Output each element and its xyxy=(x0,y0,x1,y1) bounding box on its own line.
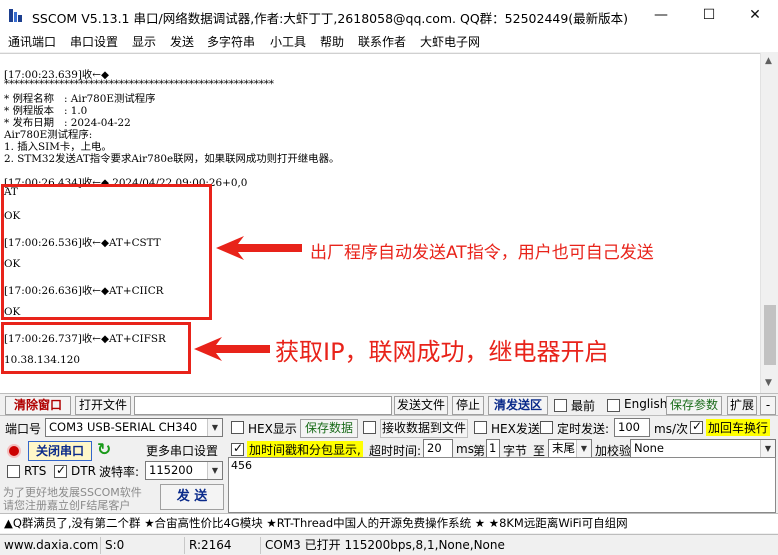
nth-input[interactable]: 1 xyxy=(486,439,500,458)
clear-send-button[interactable]: 清发送区 xyxy=(488,396,548,415)
dtr-label: DTR xyxy=(71,464,96,478)
hex-send-checkbox[interactable] xyxy=(474,421,487,434)
refresh-icon[interactable]: ↻ xyxy=(97,440,111,460)
send-text-value: 456 xyxy=(231,459,252,472)
menu-serial-settings[interactable]: 串口设置 xyxy=(70,33,118,50)
menu-multi-string[interactable]: 多字符串 xyxy=(207,33,255,50)
annotation-box-at-commands xyxy=(1,184,212,320)
baud-label: 波特率: xyxy=(99,465,140,479)
stop-record-icon[interactable] xyxy=(7,444,21,458)
annotation-text-ip: 获取IP，联网成功，继电器开启 xyxy=(275,338,609,366)
arrow-left-icon xyxy=(216,236,302,260)
window-title: SSCOM V5.13.1 串口/网络数据调试器,作者:大虾丁丁,2618058… xyxy=(32,11,629,26)
send-textarea[interactable]: 456 xyxy=(228,457,776,513)
receive-line: 2. STM32发送AT指令要求Air780e联网，如果联网成功则打开继电器。 xyxy=(4,153,340,165)
receive-scrollbar[interactable]: ▲ ▼ xyxy=(760,53,778,393)
recv-to-file-checkbox[interactable] xyxy=(363,421,376,434)
chevron-down-icon: ▼ xyxy=(760,440,775,457)
expand-button[interactable]: 扩展 xyxy=(727,396,757,415)
send-file-button[interactable]: 发送文件 xyxy=(394,396,448,415)
interval-unit: ms/次 xyxy=(654,422,688,436)
recv-to-file-button[interactable]: 接收数据到文件 xyxy=(380,419,468,438)
add-crlf-checkbox[interactable] xyxy=(690,419,703,434)
save-params-button[interactable]: 保存参数 xyxy=(666,396,722,415)
dtr-checkbox[interactable] xyxy=(54,463,67,478)
promo-text: 请您注册嘉立创F结尾客户 xyxy=(3,499,131,512)
more-settings-link[interactable]: 更多串口设置 xyxy=(146,442,218,459)
file-path-field[interactable] xyxy=(134,396,392,415)
status-sent-count: S:0 xyxy=(101,537,185,554)
status-website[interactable]: www.daxia.com xyxy=(0,537,101,554)
port-select-value: COM3 USB-SERIAL CH340 xyxy=(49,420,198,434)
english-checkbox[interactable] xyxy=(607,399,620,412)
minimize-button[interactable]: — xyxy=(638,0,684,31)
timeout-input[interactable]: 20 xyxy=(423,439,453,458)
port-label: 端口号 xyxy=(5,422,42,436)
scroll-thumb[interactable] xyxy=(764,305,776,365)
status-bar: www.daxia.com S:0 R:2164 COM3 已打开 115200… xyxy=(0,534,778,555)
checksum-select[interactable]: None ▼ xyxy=(630,439,776,458)
open-file-button[interactable]: 打开文件 xyxy=(75,396,131,415)
timeout-unit: ms xyxy=(456,442,474,456)
to-select-value: 末尾 xyxy=(552,441,575,455)
status-port-state: COM3 已打开 115200bps,8,1,None,None xyxy=(265,538,505,552)
maximize-button[interactable]: ☐ xyxy=(686,0,732,31)
topmost-checkbox[interactable] xyxy=(554,399,567,412)
to-select[interactable]: 末尾 ▼ xyxy=(548,439,592,458)
menu-contact[interactable]: 联系作者 xyxy=(358,33,406,50)
stop-button[interactable]: 停止 xyxy=(452,396,484,415)
chevron-down-icon: ▼ xyxy=(207,462,222,479)
topmost-label: 最前 xyxy=(571,399,596,413)
hex-send-label: HEX发送 xyxy=(491,422,540,436)
menu-website[interactable]: 大虾电子网 xyxy=(420,33,480,50)
close-port-button[interactable]: 关闭串口 xyxy=(28,441,92,461)
menu-tools[interactable]: 小工具 xyxy=(270,33,306,50)
news-ticker[interactable]: ▲Q群满员了,没有第二个群 ★合宙高性价比4G模块 ★RT-Thread中国人的… xyxy=(0,513,778,533)
interval-input[interactable]: 100 xyxy=(614,418,650,437)
menu-help[interactable]: 帮助 xyxy=(320,33,344,50)
timestamp-label: 加时间戳和分包显示, xyxy=(247,441,363,458)
arrow-left-icon xyxy=(194,337,270,361)
timed-send-checkbox[interactable] xyxy=(540,421,553,434)
menu-display[interactable]: 显示 xyxy=(132,33,156,50)
rts-checkbox[interactable] xyxy=(7,465,20,478)
checksum-select-value: None xyxy=(634,441,665,455)
hex-display-checkbox[interactable] xyxy=(231,421,244,434)
toolbar: 清除窗口 打开文件 发送文件 停止 清发送区 最前 English 保存参数 扩… xyxy=(0,393,778,415)
chevron-down-icon: ▼ xyxy=(576,440,591,457)
save-data-button[interactable]: 保存数据 xyxy=(300,419,358,438)
scroll-up-icon[interactable]: ▲ xyxy=(765,56,772,66)
annotation-box-ip xyxy=(1,322,191,374)
timestamp-checkbox[interactable] xyxy=(231,441,244,456)
annotation-text-at: 出厂程序自动发送AT指令，用户也可自己发送 xyxy=(310,243,654,263)
add-crlf-label: 加回车换行 xyxy=(706,419,771,436)
menu-send[interactable]: 发送 xyxy=(170,33,194,50)
chevron-down-icon: ▼ xyxy=(207,419,222,436)
rts-label: RTS xyxy=(24,464,47,478)
port-select[interactable]: COM3 USB-SERIAL CH340 ▼ xyxy=(45,418,223,437)
menu-bar: 通讯端口 串口设置 显示 发送 多字符串 小工具 帮助 联系作者 大虾电子网 xyxy=(0,31,778,52)
collapse-button[interactable]: - xyxy=(760,396,776,415)
menu-port[interactable]: 通讯端口 xyxy=(8,33,56,50)
timed-send-label: 定时发送: xyxy=(557,422,610,436)
baud-select[interactable]: 115200 ▼ xyxy=(145,461,223,480)
receive-line: ****************************************… xyxy=(4,78,274,90)
english-label: English xyxy=(624,397,668,411)
status-received-count: R:2164 xyxy=(185,537,261,554)
hex-display-label: HEX显示 xyxy=(248,422,297,436)
close-button[interactable]: ✕ xyxy=(732,0,778,31)
baud-select-value: 115200 xyxy=(149,463,193,477)
title-bar: SSCOM V5.13.1 串口/网络数据调试器,作者:大虾丁丁,2618058… xyxy=(0,0,778,31)
scroll-down-icon[interactable]: ▼ xyxy=(765,378,772,388)
app-icon xyxy=(9,9,22,22)
send-button[interactable]: 发 送 xyxy=(160,484,224,510)
clear-window-button[interactable]: 清除窗口 xyxy=(5,396,71,415)
